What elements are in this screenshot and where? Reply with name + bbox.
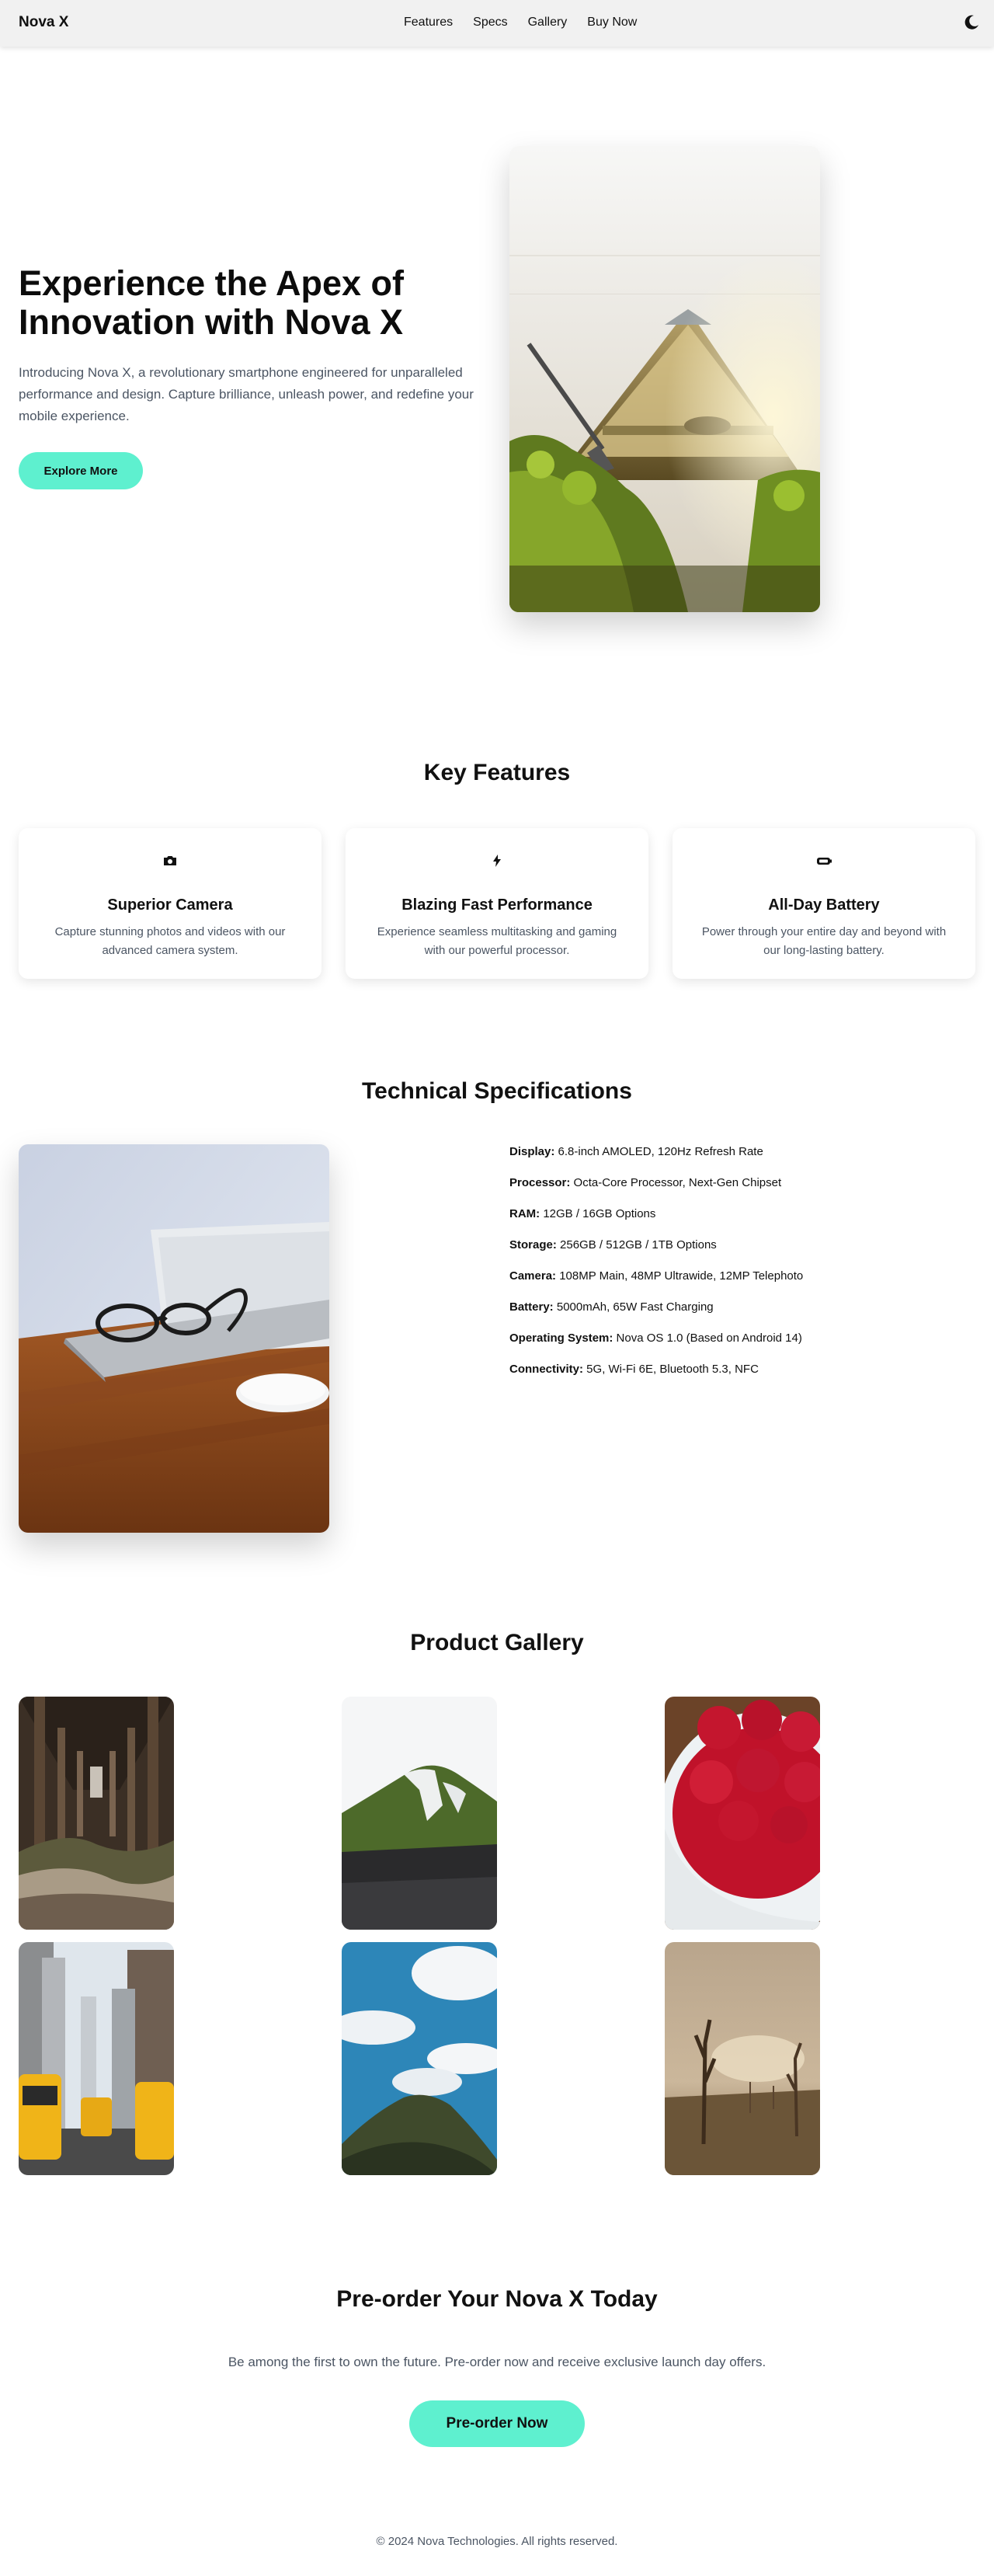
footer-copyright: © 2024 Nova Technologies. All rights res… (376, 2535, 618, 2548)
specs-laptop-image (19, 1144, 329, 1533)
gallery-image-raspberries[interactable] (665, 1697, 820, 1930)
preorder-title: Pre-order Your Nova X Today (336, 2286, 658, 2312)
feature-card-camera: Superior Camera Capture stunning photos … (19, 828, 321, 979)
spec-item-processor: Processor: Octa-Core Processor, Next-Gen… (509, 1176, 782, 1189)
preorder-description: Be among the first to own the future. Pr… (228, 2355, 766, 2369)
moon-icon[interactable] (963, 14, 980, 31)
gallery-image-mountain[interactable] (342, 1697, 497, 1930)
nav-link-buy-now[interactable]: Buy Now (587, 16, 637, 30)
hero-canoe-image (509, 146, 820, 612)
spec-item-storage: Storage: 256GB / 512GB / 1TB Options (509, 1238, 717, 1251)
gallery-image-pier[interactable] (19, 1697, 174, 1930)
spec-item-display: Display: 6.8-inch AMOLED, 120Hz Refresh … (509, 1145, 763, 1158)
feature-card-battery: All-Day Battery Power through your entir… (673, 828, 975, 979)
features-title: Key Features (423, 760, 571, 785)
spec-item-os: Operating System: Nova OS 1.0 (Based on … (509, 1332, 802, 1345)
feature-description: Capture stunning photos and videos with … (54, 925, 286, 957)
battery-icon (815, 851, 833, 870)
gallery-title: Product Gallery (410, 1630, 584, 1655)
feature-title: Blazing Fast Performance (401, 896, 593, 914)
nav-link-specs[interactable]: Specs (473, 16, 507, 30)
nav-links: Features Specs Gallery Buy Now (404, 16, 657, 30)
preorder-button[interactable]: Pre-order Now (409, 2400, 585, 2447)
hero-description: Introducing Nova X, a revolutionary smar… (19, 365, 474, 423)
spec-item-battery: Battery: 5000mAh, 65W Fast Charging (509, 1300, 714, 1314)
explore-more-button[interactable]: Explore More (19, 452, 143, 489)
spec-item-ram: RAM: 12GB / 16GB Options (509, 1207, 656, 1220)
nav-link-gallery[interactable]: Gallery (528, 16, 568, 30)
feature-title: All-Day Battery (768, 896, 880, 914)
feature-description: Power through your entire day and beyond… (701, 925, 947, 957)
specs-title: Technical Specifications (362, 1078, 632, 1104)
gallery-image-cliff-sky[interactable] (342, 1942, 497, 2175)
feature-card-performance: Blazing Fast Performance Experience seam… (346, 828, 648, 979)
brand-logo[interactable]: Nova X (19, 14, 68, 31)
camera-icon (161, 851, 179, 870)
spec-item-camera: Camera: 108MP Main, 48MP Ultrawide, 12MP… (509, 1269, 804, 1283)
nav-link-features[interactable]: Features (404, 16, 453, 30)
gallery-image-dead-trees[interactable] (665, 1942, 820, 2175)
spec-item-connectivity: Connectivity: 5G, Wi-Fi 6E, Bluetooth 5.… (509, 1363, 759, 1376)
top-navbar: Nova X Features Specs Gallery Buy Now (0, 0, 994, 47)
gallery-image-city-taxis[interactable] (19, 1942, 174, 2175)
specs-list: Display: 6.8-inch AMOLED, 120Hz Refresh … (509, 1144, 944, 1393)
feature-description: Experience seamless multitasking and gam… (377, 925, 617, 957)
bolt-icon (488, 851, 506, 870)
feature-title: Superior Camera (107, 896, 233, 914)
hero-title: Experience the Apex of Innovation with N… (19, 263, 404, 342)
